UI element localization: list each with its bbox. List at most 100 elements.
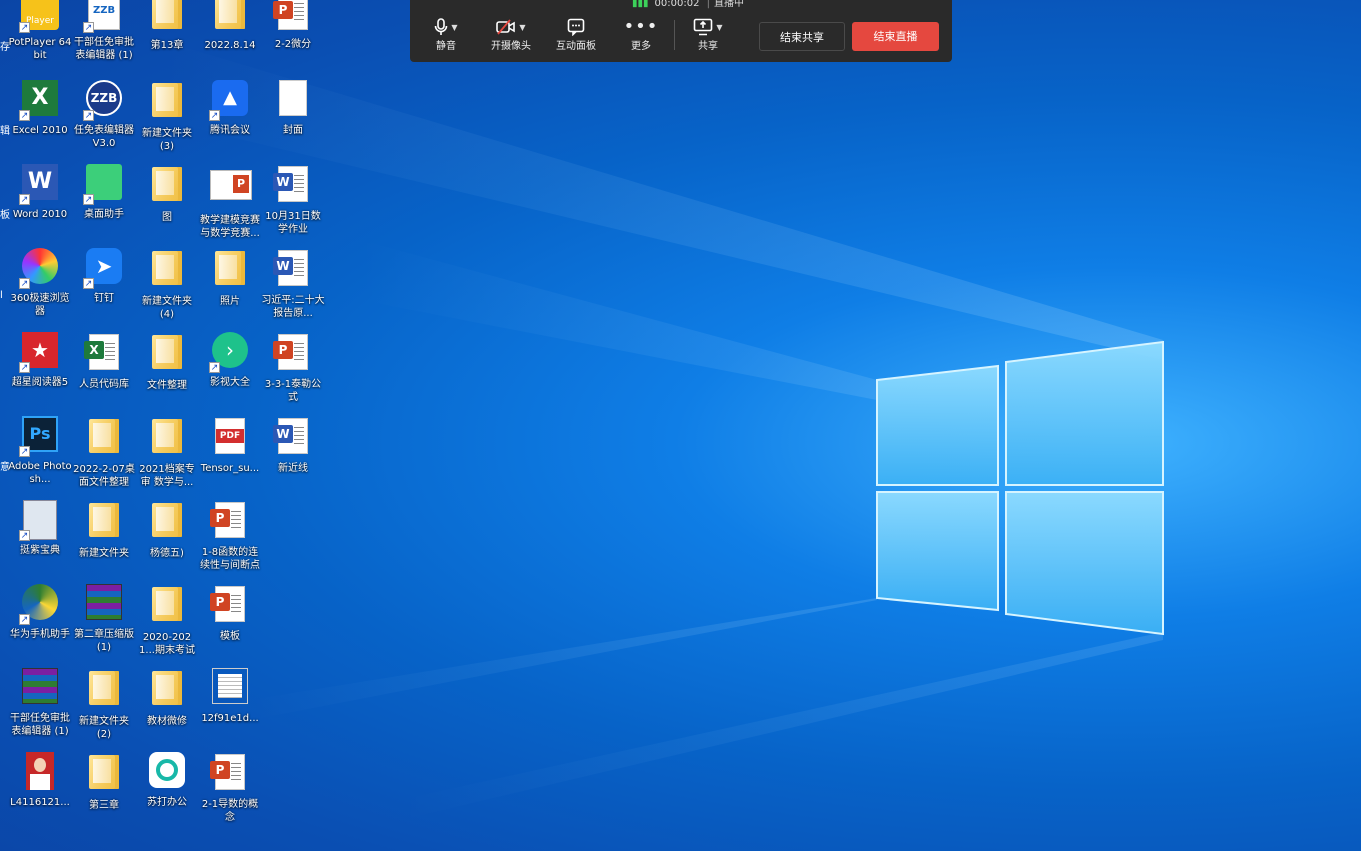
desktop-icon-video-app[interactable]: › ↗ 影视大全 (198, 332, 262, 389)
end-share-button[interactable]: 结束共享 (759, 22, 845, 51)
desktop-icon-label: 封面 (283, 125, 303, 136)
more-dots-icon: ••• (623, 16, 659, 37)
camera-off-icon (496, 19, 516, 35)
app-icon: ZZB ↗ (83, 0, 124, 33)
more-button[interactable]: ••• 更多 (611, 16, 671, 53)
desktop-icon-label: 杨德五) (150, 548, 184, 559)
ppt-icon: P (210, 586, 250, 626)
chevron-down-icon[interactable]: ▼ (716, 23, 722, 32)
desktop-icon-folder[interactable]: 2022-2-07桌面文件整理 (72, 416, 136, 489)
video-app-icon: › ↗ (209, 332, 250, 373)
desktop-icon-folder[interactable]: 杨德五) (135, 500, 199, 560)
interaction-panel-button[interactable]: 互动面板 (546, 17, 606, 52)
folder-icon (147, 251, 187, 291)
desktop-icon-folder[interactable]: 2020-2021...期末考试 (135, 584, 199, 657)
desktop-icon-label: 图 (162, 212, 172, 223)
end-live-button[interactable]: 结束直播 (852, 22, 939, 51)
desktop-icon-portrait[interactable]: L4116121... (8, 752, 72, 809)
desktop-icon-ppt[interactable]: P 2-2微分 (261, 0, 325, 51)
desktop-icon-label: 苏打办公 (147, 797, 187, 808)
desktop-icon-ppt[interactable]: P 模板 (198, 584, 262, 643)
desktop-icon-label: 2020-2021...期末考试 (139, 632, 195, 656)
camera-label: 开摄像头 (491, 41, 531, 52)
mute-label: 静音 (436, 41, 456, 52)
camera-button[interactable]: ▼ 开摄像头 (481, 17, 541, 52)
desktop-icon-photoshop[interactable]: Ps ↗ Adobe Photosh... (8, 416, 72, 486)
desktop-icon-folder[interactable]: 第13章 (135, 0, 199, 52)
desktop-icon-word[interactable]: W ↗ Word 2010 (8, 164, 72, 221)
desktop-icon-ppt[interactable]: P 1-8函数的连续性与间断点 (198, 500, 262, 572)
desktop-icon-folder[interactable]: 新建文件夹 (4) (135, 248, 199, 321)
desktop-icon-folder[interactable]: 2022.8.14 (198, 0, 262, 52)
desktop-icon-notebook[interactable]: ↗ 挺紫宝典 (8, 500, 72, 557)
desktop-icon-superstar[interactable]: ★ ↗ 超星阅读器5 (8, 332, 72, 389)
desktop-icon-folder[interactable]: 新建文件夹 (2) (72, 668, 136, 741)
desktop-icon-folder[interactable]: 图 (135, 164, 199, 224)
desktop-icon-grid: Player ↗ PotPlayer 64 bit X ↗ Excel 2010 W… (0, 0, 340, 851)
desktop-icon-folder[interactable]: 照片 (198, 248, 262, 308)
chevron-down-icon[interactable]: ▼ (451, 23, 457, 32)
browser-360-icon: ↗ (19, 248, 60, 289)
desktop-icon-staff-codes[interactable]: X 人员代码库 (72, 332, 136, 391)
excel-icon: X ↗ (19, 80, 60, 121)
mute-button[interactable]: ▼ 静音 (416, 17, 476, 52)
desktop-icon-cadre-editor-rar[interactable]: 干部任免审批表编辑器 (1) (8, 668, 72, 738)
desktop-icon-folder[interactable]: 新建文件夹 (72, 500, 136, 560)
desktop-icon-text-file[interactable]: 12f91e1d... (198, 668, 262, 725)
desktop-icon-dingtalk[interactable]: ➤ ↗ 钉钉 (72, 248, 136, 305)
desktop-icon-ppt[interactable]: P 3-3-1泰勒公式 (261, 332, 325, 404)
chevron-down-icon[interactable]: ▼ (519, 23, 525, 32)
desktop-icon-huawei[interactable]: ↗ 华为手机助手 (8, 584, 72, 641)
desktop-icon-folder[interactable]: 2021档案专审 数学与... (135, 416, 199, 489)
desktop-icon-pdf[interactable]: PDF Tensor_su... (198, 416, 262, 475)
desktop-icon-folder[interactable]: 新建文件夹 (3) (135, 80, 199, 153)
winrar-icon (20, 668, 60, 708)
desktop-icon-label: 新建文件夹 (4) (142, 296, 192, 320)
share-button[interactable]: ▼ 共享 (678, 17, 738, 52)
desktop-icon-sudaoffice[interactable]: 苏打办公 (135, 752, 199, 809)
folder-icon (84, 671, 124, 711)
desktop-icon-label: 3-3-1泰勒公式 (264, 379, 322, 403)
desktop-icon-label: 360极速浏览器 (10, 293, 70, 317)
desktop-icon-zzb-editor[interactable]: ZZB ↗ 任免表编辑器V3.0 (72, 80, 136, 150)
desktop-icon-folder[interactable]: 第三章 (72, 752, 136, 812)
desktop-icon-desktop-assistant[interactable]: ↗ 桌面助手 (72, 164, 136, 221)
folder-icon (84, 503, 124, 543)
desktop-icon-label: 模板 (220, 631, 240, 642)
desktop-icon-potplayer[interactable]: Player ↗ PotPlayer 64 bit (8, 0, 72, 62)
folder-icon (210, 0, 250, 35)
desktop-icon-folder[interactable]: 文件整理 (135, 332, 199, 392)
desktop-icon-cover-doc[interactable]: 封面 (261, 80, 325, 137)
photo-portrait-icon (20, 752, 60, 792)
desktop-icon-word-doc[interactable]: W 10月31日数学作业 (261, 164, 325, 236)
more-label: 更多 (631, 41, 651, 52)
photoshop-icon: Ps ↗ (19, 416, 60, 457)
desktop-icon-label: 挺紫宝典 (20, 545, 60, 556)
desktop-icon-cadre-editor[interactable]: ZZB ↗ 干部任免审批表编辑器 (1) (72, 0, 136, 62)
microphone-icon (435, 18, 448, 35)
desktop-icon-ppt[interactable]: P 教学建模竞赛与数学竞赛... (198, 164, 262, 240)
desktop-icon-label: 2-2微分 (274, 39, 312, 50)
desktop-icon-word-doc[interactable]: W 新近线 (261, 416, 325, 475)
desktop-icon-label: 新建文件夹 (2) (79, 716, 129, 740)
desktop-icon-tencent-meeting[interactable]: ▲ ↗ 腾讯会议 (198, 80, 262, 137)
desktop-icon-label: 影视大全 (210, 377, 250, 388)
desktop-icon-label: 2022-2-07桌面文件整理 (73, 464, 135, 488)
desktop-icon-ppt[interactable]: P 2-1导数的概念 (198, 752, 262, 824)
desktop-icon-chapter2-rar[interactable]: 第二章压缩版 (1) (72, 584, 136, 654)
folder-icon (147, 167, 187, 207)
desktop-icon-label: 照片 (220, 296, 240, 307)
desktop-icon-folder[interactable]: 教材微修 (135, 668, 199, 728)
desktop-icon-label: 第13章 (150, 40, 184, 51)
text-file-icon (210, 668, 250, 708)
desktop-icon-label: 教学建模竞赛与数学竞赛... (200, 215, 260, 239)
desktop-icon-label: 1-8函数的连续性与间断点 (200, 547, 260, 571)
desktop-icon-label: 桌面助手 (84, 209, 124, 220)
desktop-icon-360-browser[interactable]: ↗ 360极速浏览器 (8, 248, 72, 318)
desktop-icon-label: 2021档案专审 数学与... (139, 464, 195, 488)
desktop-icon-word-doc[interactable]: W 习近平:二十大报告原... (261, 248, 325, 320)
desktop-icon-excel[interactable]: X ↗ Excel 2010 (8, 80, 72, 137)
signal-icon: ▮▮▮ (632, 0, 649, 9)
desktop-icon-label: PotPlayer 64 bit (8, 37, 72, 61)
winrar-icon (84, 584, 124, 624)
